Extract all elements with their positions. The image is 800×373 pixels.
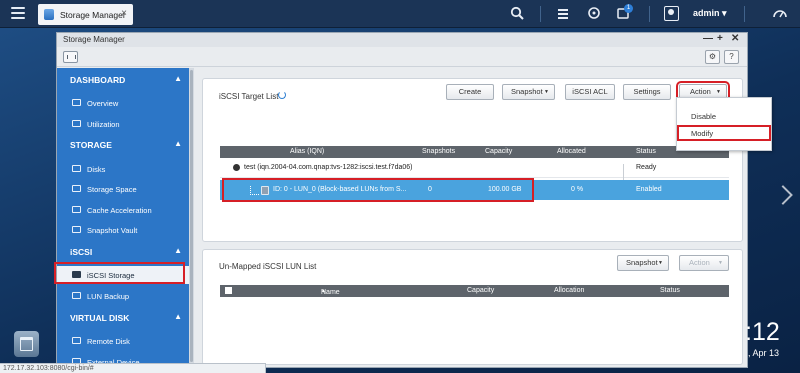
cache-acceleration-icon xyxy=(72,206,81,213)
utilization-icon xyxy=(72,120,81,127)
desktop-date: , Apr 13 xyxy=(748,348,780,358)
sidebar-scrollbar[interactable] xyxy=(189,68,194,368)
app-tab-label: Storage Manager xyxy=(60,10,126,20)
storage-manager-window: Storage Manager — + ✕ ⚙ ? DASHBOARD ▲ Ov… xyxy=(56,32,748,368)
create-button[interactable]: Create xyxy=(446,84,494,100)
collapse-circle-icon[interactable] xyxy=(233,164,240,171)
menu-item-modify[interactable]: Modify xyxy=(677,125,771,141)
user-avatar-icon[interactable] xyxy=(664,6,679,21)
sidebar-item-utilization[interactable]: Utilization xyxy=(57,115,189,133)
panel-title: iSCSI Target List xyxy=(219,92,279,101)
settings-gear-button[interactable]: ⚙ xyxy=(705,50,720,64)
col-allocated[interactable]: Allocated xyxy=(557,148,586,155)
select-all-checkbox[interactable] xyxy=(225,287,232,294)
table-header: Alias (IQN) Snapshots Capacity Allocated… xyxy=(220,146,729,158)
sidebar-item-snapshot-vault[interactable]: Snapshot Vault xyxy=(57,221,189,239)
sidebar-item-lun-backup[interactable]: LUN Backup xyxy=(57,287,189,305)
divider xyxy=(649,6,650,22)
storage-space-icon xyxy=(72,185,81,192)
dropdown-arrow-icon: ▼ xyxy=(718,260,723,266)
window-title: Storage Manager xyxy=(63,35,125,44)
sidebar: DASHBOARD ▲ Overview Utilization STORAGE… xyxy=(57,68,189,368)
target-alias: test (iqn.2004-04.com.qnap:tvs-1282:iscs… xyxy=(244,164,413,171)
sidebar-section-storage[interactable]: STORAGE ▲ xyxy=(57,135,189,155)
lun-backup-icon xyxy=(72,292,81,299)
divider xyxy=(744,6,745,22)
collapse-icon[interactable]: ▲ xyxy=(174,312,182,321)
sync-icon[interactable] xyxy=(586,6,602,22)
taskbar-app-tab[interactable]: Storage Manager × xyxy=(38,4,133,25)
dashboard-gauge-icon[interactable] xyxy=(772,6,788,22)
target-status: Ready xyxy=(636,164,657,171)
sidebar-section-virtual-disk[interactable]: VIRTUAL DISK ▲ xyxy=(57,308,189,328)
close-tab-icon[interactable]: × xyxy=(121,8,127,19)
close-window-button[interactable]: ✕ xyxy=(731,33,739,44)
refresh-icon[interactable] xyxy=(278,91,286,99)
sidebar-item-remote-disk[interactable]: Remote Disk xyxy=(57,332,189,350)
window-title-bar[interactable]: Storage Manager — + ✕ xyxy=(57,33,747,47)
iscsi-acl-button[interactable]: iSCSI ACL xyxy=(565,84,615,100)
taskbar: Storage Manager × 1 admin ▾ xyxy=(0,0,800,28)
sidebar-item-disks[interactable]: Disks xyxy=(57,160,189,178)
menu-icon[interactable] xyxy=(11,7,25,19)
action-menu: Disable Modify xyxy=(676,97,772,151)
user-name[interactable]: admin ▾ xyxy=(693,8,727,19)
sidebar-item-overview[interactable]: Overview xyxy=(57,94,189,112)
settings-button[interactable]: Settings xyxy=(623,84,671,100)
highlight-box xyxy=(222,178,534,202)
sidebar-item-cache-acceleration[interactable]: Cache Acceleration xyxy=(57,201,189,219)
overview-icon xyxy=(72,99,81,106)
unmapped-lun-panel: Un-Mapped iSCSI LUN List Snapshot ▼ Actio… xyxy=(202,249,743,365)
minimize-button[interactable]: — xyxy=(703,33,713,44)
desktop-clock: :12 xyxy=(745,318,780,346)
collapse-icon[interactable]: ▲ xyxy=(174,74,182,83)
sidebar-section-dashboard[interactable]: DASHBOARD ▲ xyxy=(57,70,189,90)
maximize-button[interactable]: + xyxy=(717,33,723,44)
col-status[interactable]: Status xyxy=(660,287,680,294)
remote-disk-icon xyxy=(72,337,81,344)
disks-icon xyxy=(72,165,81,172)
app-menu-icon[interactable] xyxy=(63,51,78,63)
col-status[interactable]: Status xyxy=(636,148,656,155)
notification-badge: 1 xyxy=(624,4,633,13)
recycle-bin-icon[interactable] xyxy=(14,331,39,357)
action-dropdown-button-disabled[interactable]: Action ▼ xyxy=(679,255,729,271)
tasks-icon[interactable] xyxy=(555,6,571,22)
dropdown-arrow-icon: ▼ xyxy=(658,260,663,266)
table-row[interactable]: test (iqn.2004-04.com.qnap:tvs-1282:iscs… xyxy=(220,158,729,184)
table-header: Name ▲ Capacity Allocation Status xyxy=(220,285,729,297)
lun-allocated: 0 % xyxy=(571,186,584,193)
panel-title: Un-Mapped iSCSI LUN List xyxy=(219,262,317,271)
col-allocation[interactable]: Allocation xyxy=(554,287,584,294)
menu-item-disable[interactable]: Disable xyxy=(677,108,771,124)
lun-status: Enabled xyxy=(636,186,662,193)
window-toolbar: ⚙ ? xyxy=(57,47,747,67)
search-icon[interactable] xyxy=(509,6,525,22)
help-button[interactable]: ? xyxy=(724,50,739,64)
storage-manager-icon xyxy=(44,9,54,20)
col-name[interactable]: Name ▲ xyxy=(321,287,340,296)
sidebar-item-storage-space[interactable]: Storage Space xyxy=(57,180,189,198)
col-snapshots[interactable]: Snapshots xyxy=(422,148,455,155)
snapshot-dropdown-button[interactable]: Snapshot ▼ xyxy=(502,84,555,100)
dropdown-arrow-icon: ▼ xyxy=(544,89,549,95)
collapse-icon[interactable]: ▲ xyxy=(174,246,182,255)
highlight-box xyxy=(54,262,185,284)
iscsi-target-panel: iSCSI Target List Create Snapshot ▼ iSCSI… xyxy=(202,78,743,242)
sidebar-section-iscsi[interactable]: iSCSI ▲ xyxy=(57,242,189,262)
status-url-bar: 172.17.32.103:8080/cgi-bin/# xyxy=(0,363,266,373)
collapse-icon[interactable]: ▲ xyxy=(174,139,182,148)
snapshot-dropdown-button[interactable]: Snapshot ▼ xyxy=(617,255,669,271)
snapshot-vault-icon xyxy=(72,226,81,233)
next-page-arrow-icon[interactable] xyxy=(773,185,793,205)
col-capacity[interactable]: Capacity xyxy=(467,287,494,294)
col-alias[interactable]: Alias (IQN) xyxy=(290,148,324,155)
divider xyxy=(540,6,541,22)
col-capacity[interactable]: Capacity xyxy=(485,148,512,155)
